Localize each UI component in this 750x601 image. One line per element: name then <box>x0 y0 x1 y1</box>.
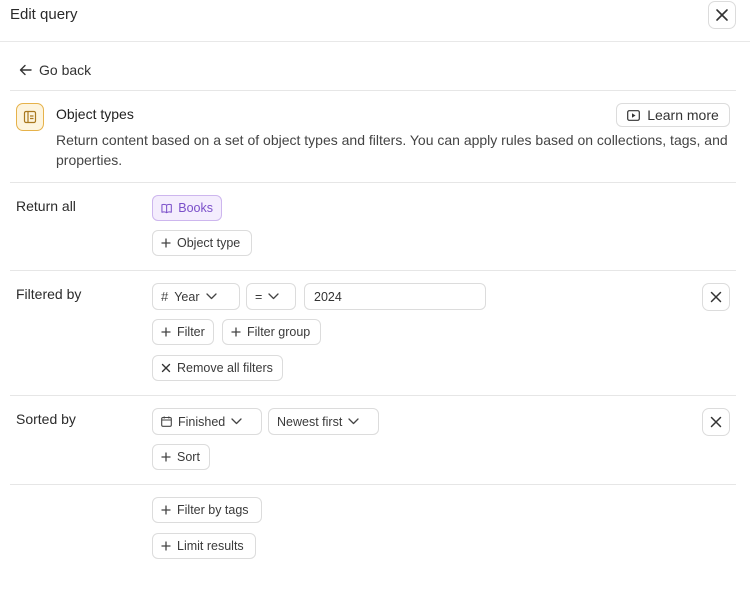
plus-icon <box>161 541 171 551</box>
plus-icon <box>161 238 171 248</box>
object-types-title: Object types <box>56 106 134 122</box>
sort-order-select[interactable]: Newest first <box>268 408 379 435</box>
close-icon <box>710 291 722 303</box>
divider <box>10 270 736 271</box>
object-types-description: Return content based on a set of object … <box>56 132 728 168</box>
sort-field-select[interactable]: Finished <box>152 408 262 435</box>
divider <box>10 484 736 485</box>
sort-field-value: Finished <box>178 414 226 429</box>
limit-results-button[interactable]: Limit results <box>152 533 256 559</box>
filter-operator-select[interactable]: = <box>246 283 296 310</box>
add-object-type-button[interactable]: Object type <box>152 230 252 256</box>
sorted-by-label: Sorted by <box>16 411 76 427</box>
chevron-down-icon <box>231 418 242 425</box>
calendar-icon <box>161 416 172 427</box>
hash-icon: # <box>161 289 169 304</box>
plus-icon <box>161 505 171 515</box>
object-type-chip-label: Books <box>178 201 213 215</box>
layout-icon <box>23 110 37 124</box>
object-type-chip-books[interactable]: Books <box>152 195 222 221</box>
add-filter-group-label: Filter group <box>247 325 311 339</box>
video-icon <box>627 109 641 121</box>
add-filter-button[interactable]: Filter <box>152 319 214 345</box>
add-filter-label: Filter <box>177 325 205 339</box>
object-types-icon <box>16 103 44 131</box>
remove-sort-section-button[interactable] <box>702 408 730 436</box>
close-icon <box>716 9 728 21</box>
filter-by-tags-button[interactable]: Filter by tags <box>152 497 262 523</box>
add-sort-label: Sort <box>177 450 200 464</box>
add-sort-button[interactable]: Sort <box>152 444 210 470</box>
book-icon <box>161 203 172 213</box>
remove-all-filters-button[interactable]: Remove all filters <box>152 355 283 381</box>
dialog-header: Edit query <box>0 0 750 42</box>
learn-more-button[interactable]: Learn more <box>616 103 730 127</box>
close-icon <box>710 416 722 428</box>
add-filter-group-button[interactable]: Filter group <box>222 319 321 345</box>
filter-by-tags-label: Filter by tags <box>177 503 249 517</box>
add-object-type-label: Object type <box>177 236 241 250</box>
filter-field-value: Year <box>174 289 200 304</box>
dialog-title: Edit query <box>10 6 78 23</box>
learn-more-label: Learn more <box>647 107 719 123</box>
filter-value-input[interactable] <box>304 283 486 310</box>
chevron-down-icon <box>205 293 217 300</box>
filter-operator-value: = <box>255 289 263 304</box>
return-all-label: Return all <box>16 198 76 214</box>
plus-icon <box>161 452 171 462</box>
divider <box>10 395 736 396</box>
sort-order-value: Newest first <box>277 414 343 429</box>
chevron-down-icon <box>348 418 359 425</box>
plus-icon <box>161 327 171 337</box>
arrow-left-icon <box>19 64 32 76</box>
close-icon <box>161 363 171 373</box>
divider <box>10 90 736 91</box>
divider <box>10 182 736 183</box>
filtered-by-label: Filtered by <box>16 286 82 302</box>
go-back-link[interactable]: Go back <box>19 60 91 80</box>
plus-icon <box>231 327 241 337</box>
limit-results-label: Limit results <box>177 539 244 553</box>
close-dialog-button[interactable] <box>708 1 736 29</box>
go-back-label: Go back <box>39 62 92 78</box>
remove-all-filters-label: Remove all filters <box>177 361 273 375</box>
chevron-down-icon <box>268 293 279 300</box>
remove-filter-section-button[interactable] <box>702 283 730 311</box>
filter-field-select[interactable]: # Year <box>152 283 240 310</box>
